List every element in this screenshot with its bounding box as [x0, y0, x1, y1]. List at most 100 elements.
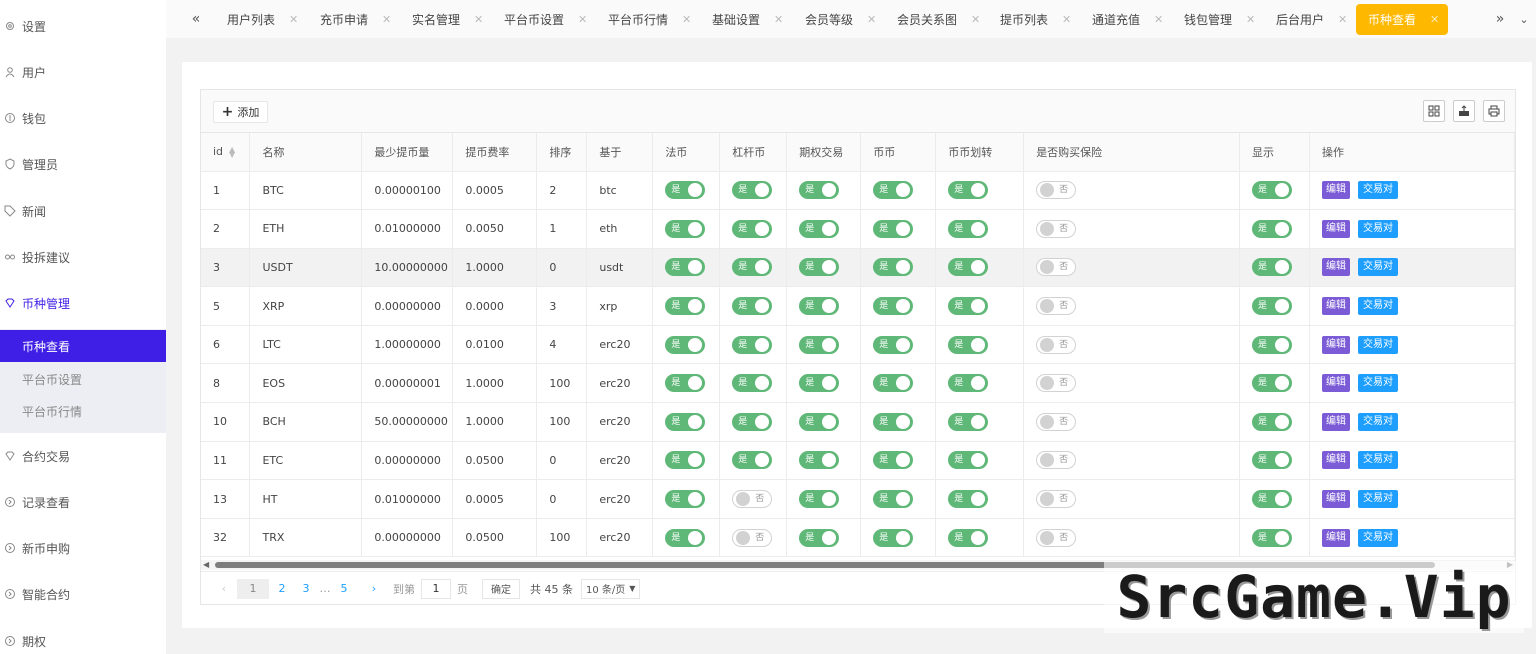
fiat-toggle[interactable]: 是	[665, 335, 706, 354]
insurance-toggle[interactable]: 否	[1036, 258, 1077, 277]
trading-pair-button[interactable]: 交易对	[1358, 374, 1399, 393]
goto-page-input[interactable]	[421, 578, 451, 599]
tab-12[interactable]: 币种查看 ✕	[1356, 4, 1448, 35]
transfer-toggle[interactable]: 是	[948, 181, 989, 200]
tab-3[interactable]: 平台币设置 ✕	[504, 4, 587, 35]
tab-1[interactable]: 充币申请 ✕	[320, 4, 391, 35]
edit-button[interactable]: 编辑	[1322, 335, 1351, 354]
option-toggle[interactable]: 是	[799, 490, 840, 509]
insurance-toggle[interactable]: 否	[1036, 528, 1077, 547]
close-icon[interactable]: ✕	[1062, 13, 1071, 26]
coin-toggle[interactable]: 是	[873, 258, 914, 277]
goto-confirm-button[interactable]: 确定	[482, 578, 520, 599]
option-toggle[interactable]: 是	[799, 258, 840, 277]
close-icon[interactable]: ✕	[774, 13, 783, 26]
close-icon[interactable]: ✕	[1246, 13, 1255, 26]
column-header[interactable]: id ▲ ▼	[201, 133, 251, 172]
leverage-toggle[interactable]: 是	[732, 297, 773, 316]
tab-7[interactable]: 会员关系图 ✕	[897, 4, 980, 35]
show-toggle[interactable]: 是	[1252, 451, 1293, 470]
transfer-toggle[interactable]: 是	[948, 374, 989, 393]
edit-button[interactable]: 编辑	[1322, 297, 1351, 316]
edit-button[interactable]: 编辑	[1322, 219, 1351, 238]
trading-pair-button[interactable]: 交易对	[1358, 258, 1399, 277]
insurance-toggle[interactable]: 否	[1036, 374, 1077, 393]
show-toggle[interactable]: 是	[1252, 258, 1293, 277]
trading-pair-button[interactable]: 交易对	[1358, 297, 1399, 316]
fiat-toggle[interactable]: 是	[665, 528, 706, 547]
next-page-button[interactable]: ›	[363, 579, 385, 599]
tab-8[interactable]: 提币列表 ✕	[1000, 4, 1071, 35]
leverage-toggle[interactable]: 是	[732, 451, 773, 470]
tab-0[interactable]: 用户列表 ✕	[227, 4, 298, 35]
leverage-toggle[interactable]: 是	[732, 258, 773, 277]
tab-5[interactable]: 基础设置 ✕	[712, 4, 783, 35]
tab-6[interactable]: 会员等级 ✕	[805, 4, 876, 35]
coin-toggle[interactable]: 是	[873, 181, 914, 200]
fiat-toggle[interactable]: 是	[665, 374, 706, 393]
trading-pair-button[interactable]: 交易对	[1358, 335, 1399, 354]
leverage-toggle[interactable]: 是	[732, 412, 773, 431]
edit-button[interactable]: 编辑	[1322, 451, 1351, 470]
tab-9[interactable]: 通道充值 ✕	[1092, 4, 1163, 35]
transfer-toggle[interactable]: 是	[948, 219, 989, 238]
close-icon[interactable]: ✕	[1338, 13, 1347, 26]
transfer-toggle[interactable]: 是	[948, 297, 989, 316]
coin-toggle[interactable]: 是	[873, 297, 914, 316]
leverage-toggle[interactable]: 是	[732, 374, 773, 393]
page-3-button[interactable]: 3	[295, 579, 317, 599]
tab-2[interactable]: 实名管理 ✕	[412, 4, 483, 35]
edit-button[interactable]: 编辑	[1322, 490, 1351, 509]
sidebar-item-3[interactable]: 管理员	[0, 149, 166, 179]
edit-button[interactable]: 编辑	[1322, 374, 1351, 393]
coin-toggle[interactable]: 是	[873, 451, 914, 470]
scroll-left-icon[interactable]: ◀	[203, 560, 209, 570]
trading-pair-button[interactable]: 交易对	[1358, 490, 1399, 509]
sidebar-item-5[interactable]: 投拆建议	[0, 242, 166, 272]
close-icon[interactable]: ✕	[474, 13, 483, 26]
coin-toggle[interactable]: 是	[873, 412, 914, 431]
coin-toggle[interactable]: 是	[873, 335, 914, 354]
insurance-toggle[interactable]: 否	[1036, 219, 1077, 238]
edit-button[interactable]: 编辑	[1322, 258, 1351, 277]
leverage-toggle[interactable]: 否	[732, 528, 773, 547]
insurance-toggle[interactable]: 否	[1036, 490, 1077, 509]
tab-10[interactable]: 钱包管理 ✕	[1184, 4, 1255, 35]
sidebar-item-11[interactable]: 期权	[0, 626, 166, 654]
coin-toggle[interactable]: 是	[873, 490, 914, 509]
show-toggle[interactable]: 是	[1252, 219, 1293, 238]
insurance-toggle[interactable]: 否	[1036, 412, 1077, 431]
fiat-toggle[interactable]: 是	[665, 412, 706, 431]
show-toggle[interactable]: 是	[1252, 412, 1293, 431]
sidebar-item-4[interactable]: 新闻	[0, 196, 166, 226]
coin-toggle[interactable]: 是	[873, 219, 914, 238]
close-icon[interactable]: ✕	[382, 13, 391, 26]
option-toggle[interactable]: 是	[799, 335, 840, 354]
show-toggle[interactable]: 是	[1252, 528, 1293, 547]
transfer-toggle[interactable]: 是	[948, 335, 989, 354]
print-button[interactable]	[1483, 100, 1505, 122]
insurance-toggle[interactable]: 否	[1036, 297, 1077, 316]
submenu-item-platform-market[interactable]: 平台币行情	[0, 395, 166, 427]
prev-page-button[interactable]: ‹	[213, 579, 235, 599]
leverage-toggle[interactable]: 是	[732, 335, 773, 354]
fiat-toggle[interactable]: 是	[665, 219, 706, 238]
fiat-toggle[interactable]: 是	[665, 451, 706, 470]
leverage-toggle[interactable]: 是	[732, 181, 773, 200]
sidebar-item-6[interactable]: 币种管理	[0, 288, 166, 318]
insurance-toggle[interactable]: 否	[1036, 335, 1077, 354]
trading-pair-button[interactable]: 交易对	[1358, 451, 1399, 470]
fiat-toggle[interactable]: 是	[665, 258, 706, 277]
edit-button[interactable]: 编辑	[1322, 528, 1351, 547]
tab-4[interactable]: 平台币行情 ✕	[608, 4, 691, 35]
page-5-button[interactable]: 5	[333, 579, 355, 599]
sidebar-item-7[interactable]: 合约交易	[0, 441, 166, 471]
columns-filter-button[interactable]	[1423, 100, 1445, 122]
transfer-toggle[interactable]: 是	[948, 258, 989, 277]
option-toggle[interactable]: 是	[799, 297, 840, 316]
sidebar-item-0[interactable]: 设置	[0, 11, 166, 41]
close-icon[interactable]: ✕	[289, 13, 298, 26]
edit-button[interactable]: 编辑	[1322, 412, 1351, 431]
export-button[interactable]	[1453, 100, 1475, 122]
leverage-toggle[interactable]: 是	[732, 219, 773, 238]
